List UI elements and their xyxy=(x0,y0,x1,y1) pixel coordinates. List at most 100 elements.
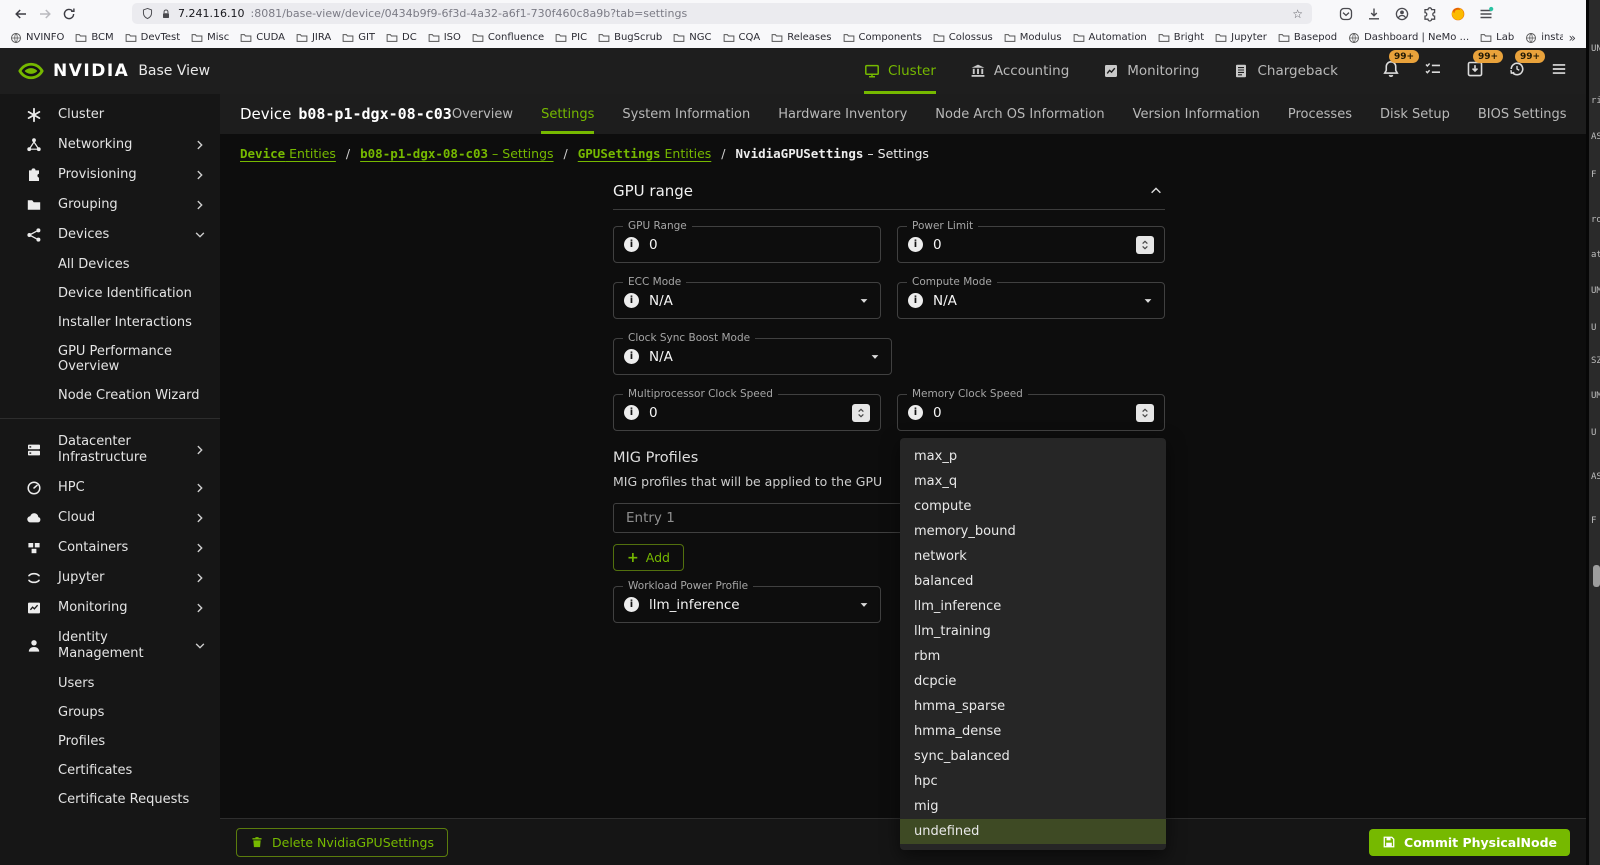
dropdown-option[interactable]: undefined xyxy=(900,819,1166,844)
sidebar-item-users[interactable]: Users xyxy=(0,669,220,698)
sidebar-item-certificates[interactable]: Certificates xyxy=(0,756,220,785)
bookmark-item[interactable]: Basepod xyxy=(1278,32,1337,44)
field-workload-power-profile[interactable]: Workload Power Profileillm_inference xyxy=(613,586,881,623)
bookmark-item[interactable]: Misc xyxy=(191,32,229,44)
dropdown-option[interactable]: llm_training xyxy=(900,619,1166,644)
import-button[interactable]: 99+ xyxy=(1466,60,1484,82)
sidebar-item-installer-interactions[interactable]: Installer Interactions xyxy=(0,308,220,337)
dropdown-option[interactable]: sync_balanced xyxy=(900,744,1166,769)
dropdown-option[interactable]: dcpcie xyxy=(900,669,1166,694)
bookmark-item[interactable]: NGC xyxy=(673,32,711,44)
bookmark-item[interactable]: JIRA xyxy=(296,32,331,44)
bookmark-item[interactable]: Automation xyxy=(1073,32,1147,44)
bookmark-item[interactable]: BCM xyxy=(75,32,113,44)
sidebar-item-provisioning[interactable]: Provisioning xyxy=(0,160,220,190)
dropdown-option[interactable]: max_q xyxy=(900,469,1166,494)
bookmark-item[interactable]: installation-manual... xyxy=(1525,32,1562,44)
back-arrow-icon[interactable] xyxy=(10,4,32,24)
dropdown-option[interactable]: mig xyxy=(900,794,1166,819)
bell-button[interactable]: 99+ xyxy=(1382,60,1400,82)
field-power-limit[interactable]: Power Limiti0 xyxy=(897,226,1165,263)
chevron-down-icon[interactable] xyxy=(858,295,870,307)
stepper-icon[interactable] xyxy=(852,404,870,422)
dropdown-option[interactable]: memory_bound xyxy=(900,519,1166,544)
download-icon[interactable] xyxy=(1366,6,1382,22)
dropdown-option[interactable]: compute xyxy=(900,494,1166,519)
field-clock-sync-boost-mode[interactable]: Clock Sync Boost ModeiN/A xyxy=(613,338,892,375)
sidebar-item-groups[interactable]: Groups xyxy=(0,698,220,727)
dropdown-option[interactable]: network xyxy=(900,544,1166,569)
bookmark-item[interactable]: Modulus xyxy=(1004,32,1062,44)
dropdown-option[interactable]: hpc xyxy=(900,769,1166,794)
url-bar[interactable]: 7.241.16.10 :8081/base-view/device/0434b… xyxy=(132,3,1312,24)
stepper-icon[interactable] xyxy=(1136,236,1154,254)
bookmark-item[interactable]: ISO xyxy=(428,32,461,44)
header-nav-monitoring[interactable]: Monitoring xyxy=(1103,48,1199,94)
tab-disk-setup[interactable]: Disk Setup xyxy=(1380,94,1450,134)
extensions-icon[interactable] xyxy=(1422,6,1438,22)
bookmark-item[interactable]: DC xyxy=(386,32,417,44)
dropdown-option[interactable]: balanced xyxy=(900,569,1166,594)
sidebar-item-monitoring[interactable]: Monitoring xyxy=(0,593,220,623)
bookmark-item[interactable]: Bright xyxy=(1158,32,1204,44)
tab-version-information[interactable]: Version Information xyxy=(1133,94,1260,134)
forward-arrow-icon[interactable] xyxy=(34,4,56,24)
tab-hardware-inventory[interactable]: Hardware Inventory xyxy=(778,94,907,134)
bookmark-item[interactable]: Lab xyxy=(1480,32,1514,44)
sidebar-item-gpu-performance-overview[interactable]: GPU Performance Overview xyxy=(0,337,220,381)
tab-bios-settings[interactable]: BIOS Settings xyxy=(1478,94,1567,134)
bookmark-item[interactable]: Dashboard | NeMo ... xyxy=(1348,32,1469,44)
bookmarks-overflow-icon[interactable]: » xyxy=(1569,31,1576,45)
sidebar-item-cluster[interactable]: Cluster xyxy=(0,100,220,130)
field-compute-mode[interactable]: Compute ModeiN/A xyxy=(897,282,1165,319)
sidebar-item-cloud[interactable]: Cloud xyxy=(0,503,220,533)
bookmark-item[interactable]: CUDA xyxy=(240,32,285,44)
tab-processes[interactable]: Processes xyxy=(1288,94,1352,134)
menu-icon[interactable] xyxy=(1478,6,1494,22)
bookmark-item[interactable]: Releases xyxy=(771,32,831,44)
sidebar-item-networking[interactable]: Networking xyxy=(0,130,220,160)
sidebar-item-device-identification[interactable]: Device Identification xyxy=(0,279,220,308)
chevron-up-icon[interactable] xyxy=(1149,184,1163,198)
breadcrumb-link[interactable]: GPUSettings Entities xyxy=(578,146,712,161)
chevron-down-icon[interactable] xyxy=(1142,295,1154,307)
sidebar-item-certificate-requests[interactable]: Certificate Requests xyxy=(0,785,220,814)
chevron-down-icon[interactable] xyxy=(869,351,881,363)
bookmark-item[interactable]: GIT xyxy=(342,32,375,44)
checklist-button[interactable] xyxy=(1424,60,1442,82)
delete-settings-button[interactable]: Delete NvidiaGPUSettings xyxy=(236,828,448,857)
bookmark-item[interactable]: DevTest xyxy=(125,32,180,44)
bookmark-star-icon[interactable]: ☆ xyxy=(1292,8,1303,20)
sidebar-item-containers[interactable]: Containers xyxy=(0,533,220,563)
sidebar-item-hpc[interactable]: HPC xyxy=(0,473,220,503)
scrollbar-thumb[interactable] xyxy=(1593,565,1600,587)
tab-node-arch-os-information[interactable]: Node Arch OS Information xyxy=(935,94,1104,134)
section-header[interactable]: GPU range xyxy=(613,178,1165,210)
field-memory-clock-speed[interactable]: Memory Clock Speedi0 xyxy=(897,394,1165,431)
breadcrumb-link[interactable]: b08-p1-dgx-08-c03 – Settings xyxy=(360,146,553,161)
chevron-down-icon[interactable] xyxy=(858,599,870,611)
commit-button[interactable]: Commit PhysicalNode xyxy=(1369,829,1570,856)
bookmark-item[interactable]: Confluence xyxy=(472,32,544,44)
sidebar-item-node-creation-wizard[interactable]: Node Creation Wizard xyxy=(0,381,220,410)
dropdown-option[interactable]: rbm xyxy=(900,644,1166,669)
tab-settings[interactable]: Settings xyxy=(541,94,594,134)
field-multiprocessor-clock-speed[interactable]: Multiprocessor Clock Speedi0 xyxy=(613,394,881,431)
dropdown-option[interactable]: llm_inference xyxy=(900,594,1166,619)
field-gpu-range[interactable]: GPU Rangei0 xyxy=(613,226,881,263)
sidebar-item-grouping[interactable]: Grouping xyxy=(0,190,220,220)
breadcrumb-link[interactable]: Device Entities xyxy=(240,146,336,161)
dropdown-option[interactable]: hmma_dense xyxy=(900,719,1166,744)
bookmark-item[interactable]: CQA xyxy=(723,32,761,44)
dropdown-option[interactable]: max_p xyxy=(900,444,1166,469)
sidebar-item-datacenter-infrastructure[interactable]: Datacenter Infrastructure xyxy=(0,427,220,473)
reload-icon[interactable] xyxy=(58,4,80,24)
field-ecc-mode[interactable]: ECC ModeiN/A xyxy=(613,282,881,319)
sidebar-item-devices[interactable]: Devices xyxy=(0,220,220,250)
bookmark-item[interactable]: BugScrub xyxy=(598,32,662,44)
bookmark-item[interactable]: PIC xyxy=(555,32,587,44)
header-nav-accounting[interactable]: Accounting xyxy=(970,48,1069,94)
hamburger-button[interactable] xyxy=(1550,60,1568,82)
bookmark-item[interactable]: NVINFO xyxy=(10,32,64,44)
sidebar-item-jupyter[interactable]: Jupyter xyxy=(0,563,220,593)
